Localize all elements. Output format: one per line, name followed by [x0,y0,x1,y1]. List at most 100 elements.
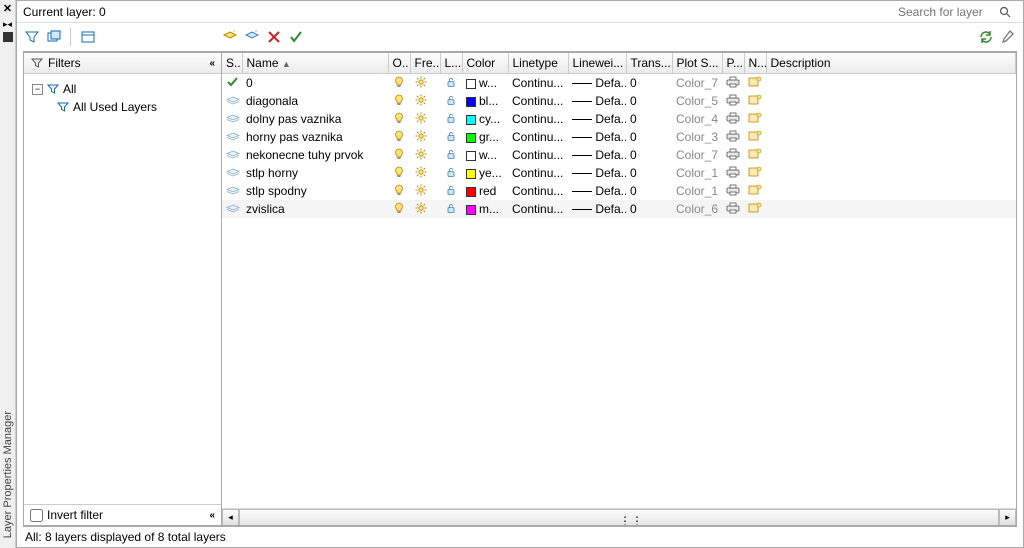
color-cell[interactable]: red [462,182,508,200]
on-cell[interactable] [388,146,410,164]
on-cell[interactable] [388,200,410,218]
new-vp-freeze-cell[interactable] [744,200,766,218]
description-cell[interactable] [766,146,1016,164]
plot-cell[interactable] [722,110,744,128]
col-color[interactable]: Color [462,53,508,74]
freeze-cell[interactable] [410,182,440,200]
table-row[interactable]: zvislicam...Continu... Defa...0Color_6 [222,200,1016,218]
on-cell[interactable] [388,74,410,93]
lineweight-cell[interactable]: Defa... [568,110,626,128]
plotstyle-cell[interactable]: Color_4 [672,110,722,128]
layer-states-icon[interactable] [79,28,97,46]
lineweight-cell[interactable]: Defa... [568,200,626,218]
name-cell[interactable]: zvislica [242,200,388,218]
name-cell[interactable]: stlp horny [242,164,388,182]
col-description[interactable]: Description [766,53,1016,74]
description-cell[interactable] [766,164,1016,182]
search-icon[interactable] [998,5,1012,19]
plotstyle-cell[interactable]: Color_1 [672,182,722,200]
name-cell[interactable]: horny pas vaznika [242,128,388,146]
description-cell[interactable] [766,128,1016,146]
freeze-cell[interactable] [410,164,440,182]
plotstyle-cell[interactable]: Color_3 [672,128,722,146]
transparency-cell[interactable]: 0 [626,200,672,218]
transparency-cell[interactable]: 0 [626,74,672,93]
lock-cell[interactable] [440,74,462,93]
tree-toggle-icon[interactable]: − [32,84,43,95]
lineweight-cell[interactable]: Defa... [568,164,626,182]
col-new[interactable]: N... [744,53,766,74]
transparency-cell[interactable]: 0 [626,128,672,146]
collapse-filters-bottom-icon[interactable]: « [209,510,215,521]
col-trans[interactable]: Trans... [626,53,672,74]
table-row[interactable]: diagonalabl...Continu... Defa...0Color_5 [222,92,1016,110]
col-lock[interactable]: L... [440,53,462,74]
plot-cell[interactable] [722,146,744,164]
invert-filter-checkbox[interactable] [30,509,43,522]
plotstyle-cell[interactable]: Color_5 [672,92,722,110]
tree-node-all-used[interactable]: All Used Layers [28,98,217,116]
new-property-filter-icon[interactable] [23,28,41,46]
new-vp-freeze-cell[interactable] [744,110,766,128]
description-cell[interactable] [766,74,1016,93]
freeze-cell[interactable] [410,128,440,146]
lock-cell[interactable] [440,128,462,146]
plot-cell[interactable] [722,200,744,218]
lock-cell[interactable] [440,164,462,182]
refresh-icon[interactable] [977,28,995,46]
name-cell[interactable]: dolny pas vaznika [242,110,388,128]
color-cell[interactable]: bl... [462,92,508,110]
new-vp-freeze-cell[interactable] [744,146,766,164]
col-lineweight[interactable]: Linewei... [568,53,626,74]
tree-node-all[interactable]: − All [28,80,217,98]
table-row[interactable]: 0w...Continu... Defa...0Color_7 [222,74,1016,93]
freeze-cell[interactable] [410,110,440,128]
plotstyle-cell[interactable]: Color_7 [672,74,722,93]
linetype-cell[interactable]: Continu... [508,128,568,146]
linetype-cell[interactable]: Continu... [508,200,568,218]
new-layer-icon[interactable] [221,28,239,46]
name-cell[interactable]: diagonala [242,92,388,110]
plot-cell[interactable] [722,128,744,146]
lock-cell[interactable] [440,200,462,218]
plotstyle-cell[interactable]: Color_6 [672,200,722,218]
plotstyle-cell[interactable]: Color_1 [672,164,722,182]
color-cell[interactable]: w... [462,74,508,93]
lineweight-cell[interactable]: Defa... [568,92,626,110]
settings-icon[interactable] [999,28,1017,46]
freeze-cell[interactable] [410,146,440,164]
col-freeze[interactable]: Fre... [410,53,440,74]
lineweight-cell[interactable]: Defa... [568,128,626,146]
plot-cell[interactable] [722,164,744,182]
plot-cell[interactable] [722,92,744,110]
description-cell[interactable] [766,200,1016,218]
new-vp-freeze-cell[interactable] [744,164,766,182]
scroll-left-icon[interactable]: ◂ [222,509,239,526]
on-cell[interactable] [388,128,410,146]
transparency-cell[interactable]: 0 [626,110,672,128]
freeze-cell[interactable] [410,200,440,218]
new-vp-freeze-cell[interactable] [744,74,766,93]
on-cell[interactable] [388,110,410,128]
name-cell[interactable]: stlp spodny [242,182,388,200]
delete-layer-icon[interactable] [265,28,283,46]
linetype-cell[interactable]: Continu... [508,164,568,182]
new-group-filter-icon[interactable] [45,28,63,46]
lineweight-cell[interactable]: Defa... [568,74,626,93]
scroll-thumb[interactable]: ⋮⋮ [239,509,999,526]
table-row[interactable]: stlp spodnyredContinu... Defa...0Color_1 [222,182,1016,200]
description-cell[interactable] [766,92,1016,110]
set-current-icon[interactable] [287,28,305,46]
lock-cell[interactable] [440,146,462,164]
col-name[interactable]: Name ▲ [242,53,388,74]
linetype-cell[interactable]: Continu... [508,92,568,110]
plotstyle-cell[interactable]: Color_7 [672,146,722,164]
lock-cell[interactable] [440,92,462,110]
color-cell[interactable]: w... [462,146,508,164]
color-cell[interactable]: gr... [462,128,508,146]
linetype-cell[interactable]: Continu... [508,146,568,164]
col-plot[interactable]: P... [722,53,744,74]
table-row[interactable]: stlp hornyye...Continu... Defa...0Color_… [222,164,1016,182]
table-row[interactable]: horny pas vaznika gr...Continu... Defa...… [222,128,1016,146]
transparency-cell[interactable]: 0 [626,164,672,182]
